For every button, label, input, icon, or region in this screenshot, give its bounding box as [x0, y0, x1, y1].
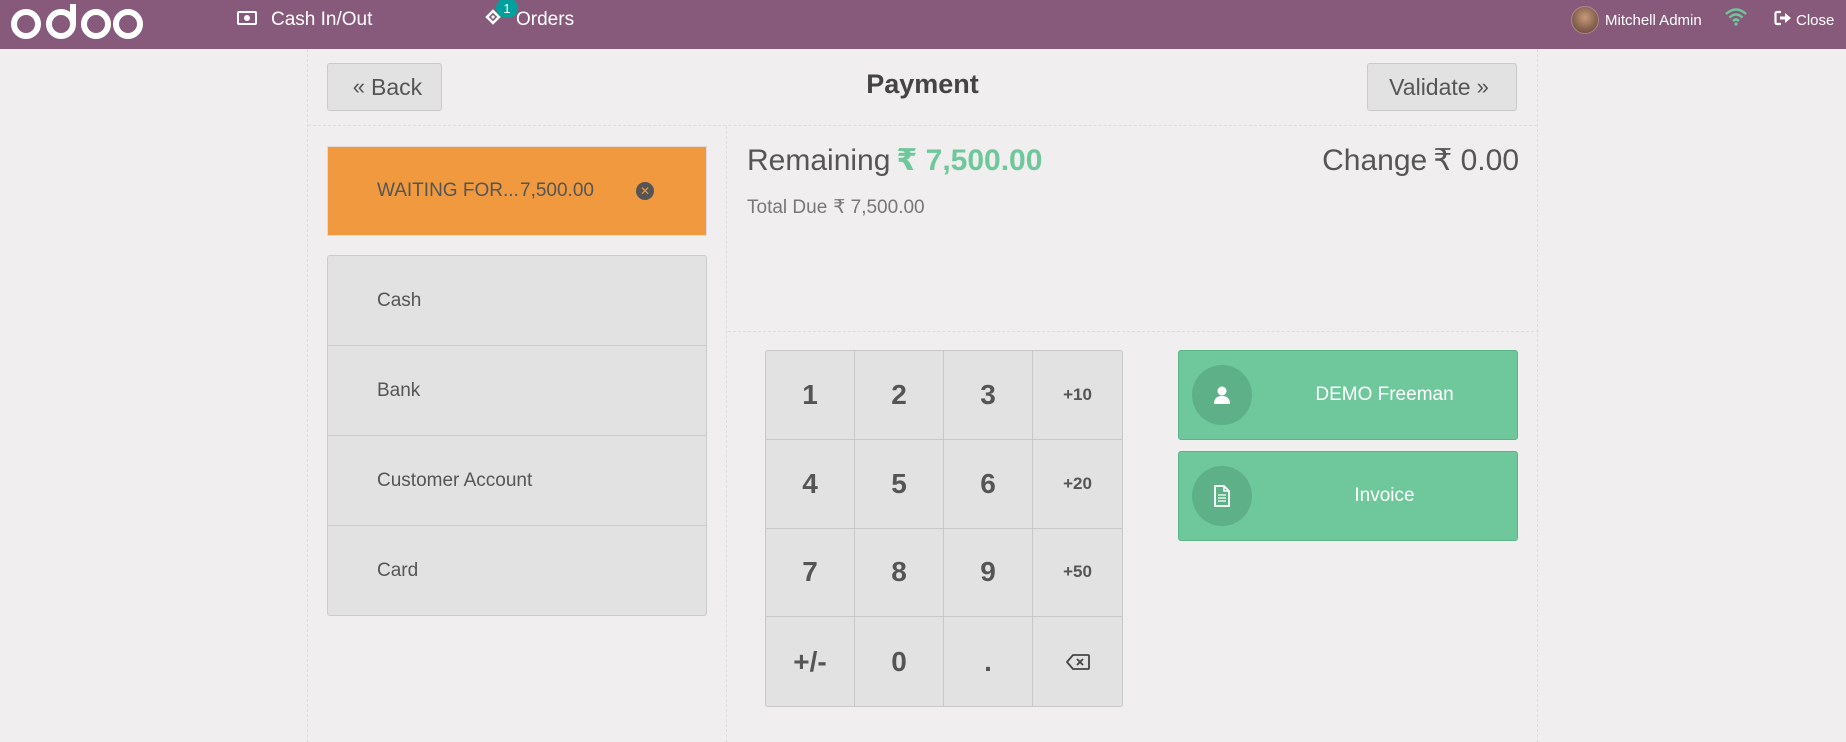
validate-label: Validate [1389, 73, 1471, 100]
backspace-icon [1065, 653, 1090, 670]
payment-method-cash[interactable]: Cash [328, 256, 706, 346]
payment-header: « Back Payment Validate » [308, 49, 1537, 126]
odoo-logo[interactable] [9, 4, 144, 44]
numpad-key-5[interactable]: 5 [855, 439, 944, 529]
orders-label: Orders [516, 9, 575, 30]
numpad-key-6[interactable]: 6 [944, 439, 1033, 529]
payment-method-label: Card [377, 559, 419, 581]
paymentline-amount: 7,500.00 [520, 180, 594, 201]
numpad: 1 2 3 +10 4 5 6 +20 7 8 9 +50 +/- 0 . [765, 350, 1123, 707]
top-navbar: Cash In/Out 1 Orders Mitchell Admin Clos… [0, 0, 1846, 49]
ticket-icon: 1 [484, 0, 518, 32]
close-button[interactable]: Close [1774, 0, 1834, 40]
remaining-label: Remaining [747, 144, 891, 177]
numpad-key-2[interactable]: 2 [855, 351, 944, 440]
numpad-key-plus-10[interactable]: +10 [1033, 351, 1122, 440]
payment-method-label: Cash [377, 289, 422, 311]
numpad-key-plus-20[interactable]: +20 [1033, 440, 1122, 529]
change-amount: Change ₹ 0.00 [1322, 143, 1519, 178]
total-due-value: ₹ 7,500.00 [833, 197, 925, 218]
user-name: Mitchell Admin [1605, 11, 1702, 29]
numpad-key-1[interactable]: 1 [766, 351, 855, 440]
wifi-icon [1725, 8, 1747, 32]
cash-in-out-button[interactable]: Cash In/Out [237, 0, 372, 40]
numpad-key-0[interactable]: 0 [855, 617, 944, 706]
payment-methods-list: Cash Bank Customer Account Card [327, 255, 707, 616]
total-due-label: Total Due [747, 197, 828, 218]
backspace-key[interactable] [1033, 617, 1122, 706]
orders-button[interactable]: 1 Orders [484, 0, 574, 40]
avatar [1571, 6, 1599, 34]
invoice-button[interactable]: Invoice [1178, 451, 1518, 541]
remaining-value: ₹ 7,500.00 [896, 144, 1043, 177]
paymentline-name: WAITING FOR... [377, 180, 519, 201]
numpad-key-7[interactable]: 7 [766, 528, 855, 618]
payment-screen: « Back Payment Validate » WAITING FOR...… [307, 49, 1539, 742]
user-icon [1192, 365, 1252, 425]
remaining-amount: Remaining ₹ 7,500.00 [747, 143, 1042, 178]
payment-method-label: Bank [377, 379, 421, 401]
connection-status[interactable] [1725, 0, 1747, 40]
numpad-key-3[interactable]: 3 [944, 351, 1033, 440]
change-label: Change [1322, 144, 1428, 177]
sign-out-icon [1774, 10, 1792, 30]
cash-in-out-label: Cash In/Out [271, 9, 373, 30]
invoice-label: Invoice [1354, 485, 1415, 506]
payment-method-bank[interactable]: Bank [328, 346, 706, 436]
numpad-key-plus-50[interactable]: +50 [1033, 529, 1122, 618]
validate-button[interactable]: Validate » [1367, 63, 1517, 111]
money-icon [237, 9, 257, 31]
close-label: Close [1796, 11, 1835, 29]
numpad-key-9[interactable]: 9 [944, 528, 1033, 618]
double-chevron-right-icon: » [1476, 74, 1489, 99]
payment-method-card[interactable]: Card [328, 526, 706, 615]
payment-summary: Remaining ₹ 7,500.00 Total Due ₹ 7,500.00 … [728, 126, 1539, 332]
total-due: Total Due ₹ 7,500.00 [747, 196, 925, 219]
customer-label: DEMO Freeman [1315, 384, 1454, 405]
file-text-icon [1192, 466, 1252, 526]
paymentline[interactable]: WAITING FOR... 7,500.00 ✕ [327, 146, 707, 236]
change-value: ₹ 0.00 [1433, 144, 1519, 177]
delete-paymentline-icon[interactable]: ✕ [636, 182, 654, 200]
customer-button[interactable]: DEMO Freeman [1178, 350, 1518, 440]
numpad-key-dot[interactable]: . [944, 617, 1033, 706]
payment-method-label: Customer Account [377, 469, 533, 491]
numpad-key-4[interactable]: 4 [766, 439, 855, 529]
orders-count-badge: 1 [496, 0, 518, 18]
user-menu[interactable]: Mitchell Admin [1571, 0, 1702, 40]
payment-left-column: WAITING FOR... 7,500.00 ✕ Cash Bank Cust… [308, 126, 727, 742]
numpad-key-8[interactable]: 8 [855, 528, 944, 618]
payment-method-customer-account[interactable]: Customer Account [328, 436, 706, 526]
page-title: Payment [866, 69, 979, 99]
numpad-key-sign[interactable]: +/- [766, 617, 855, 706]
